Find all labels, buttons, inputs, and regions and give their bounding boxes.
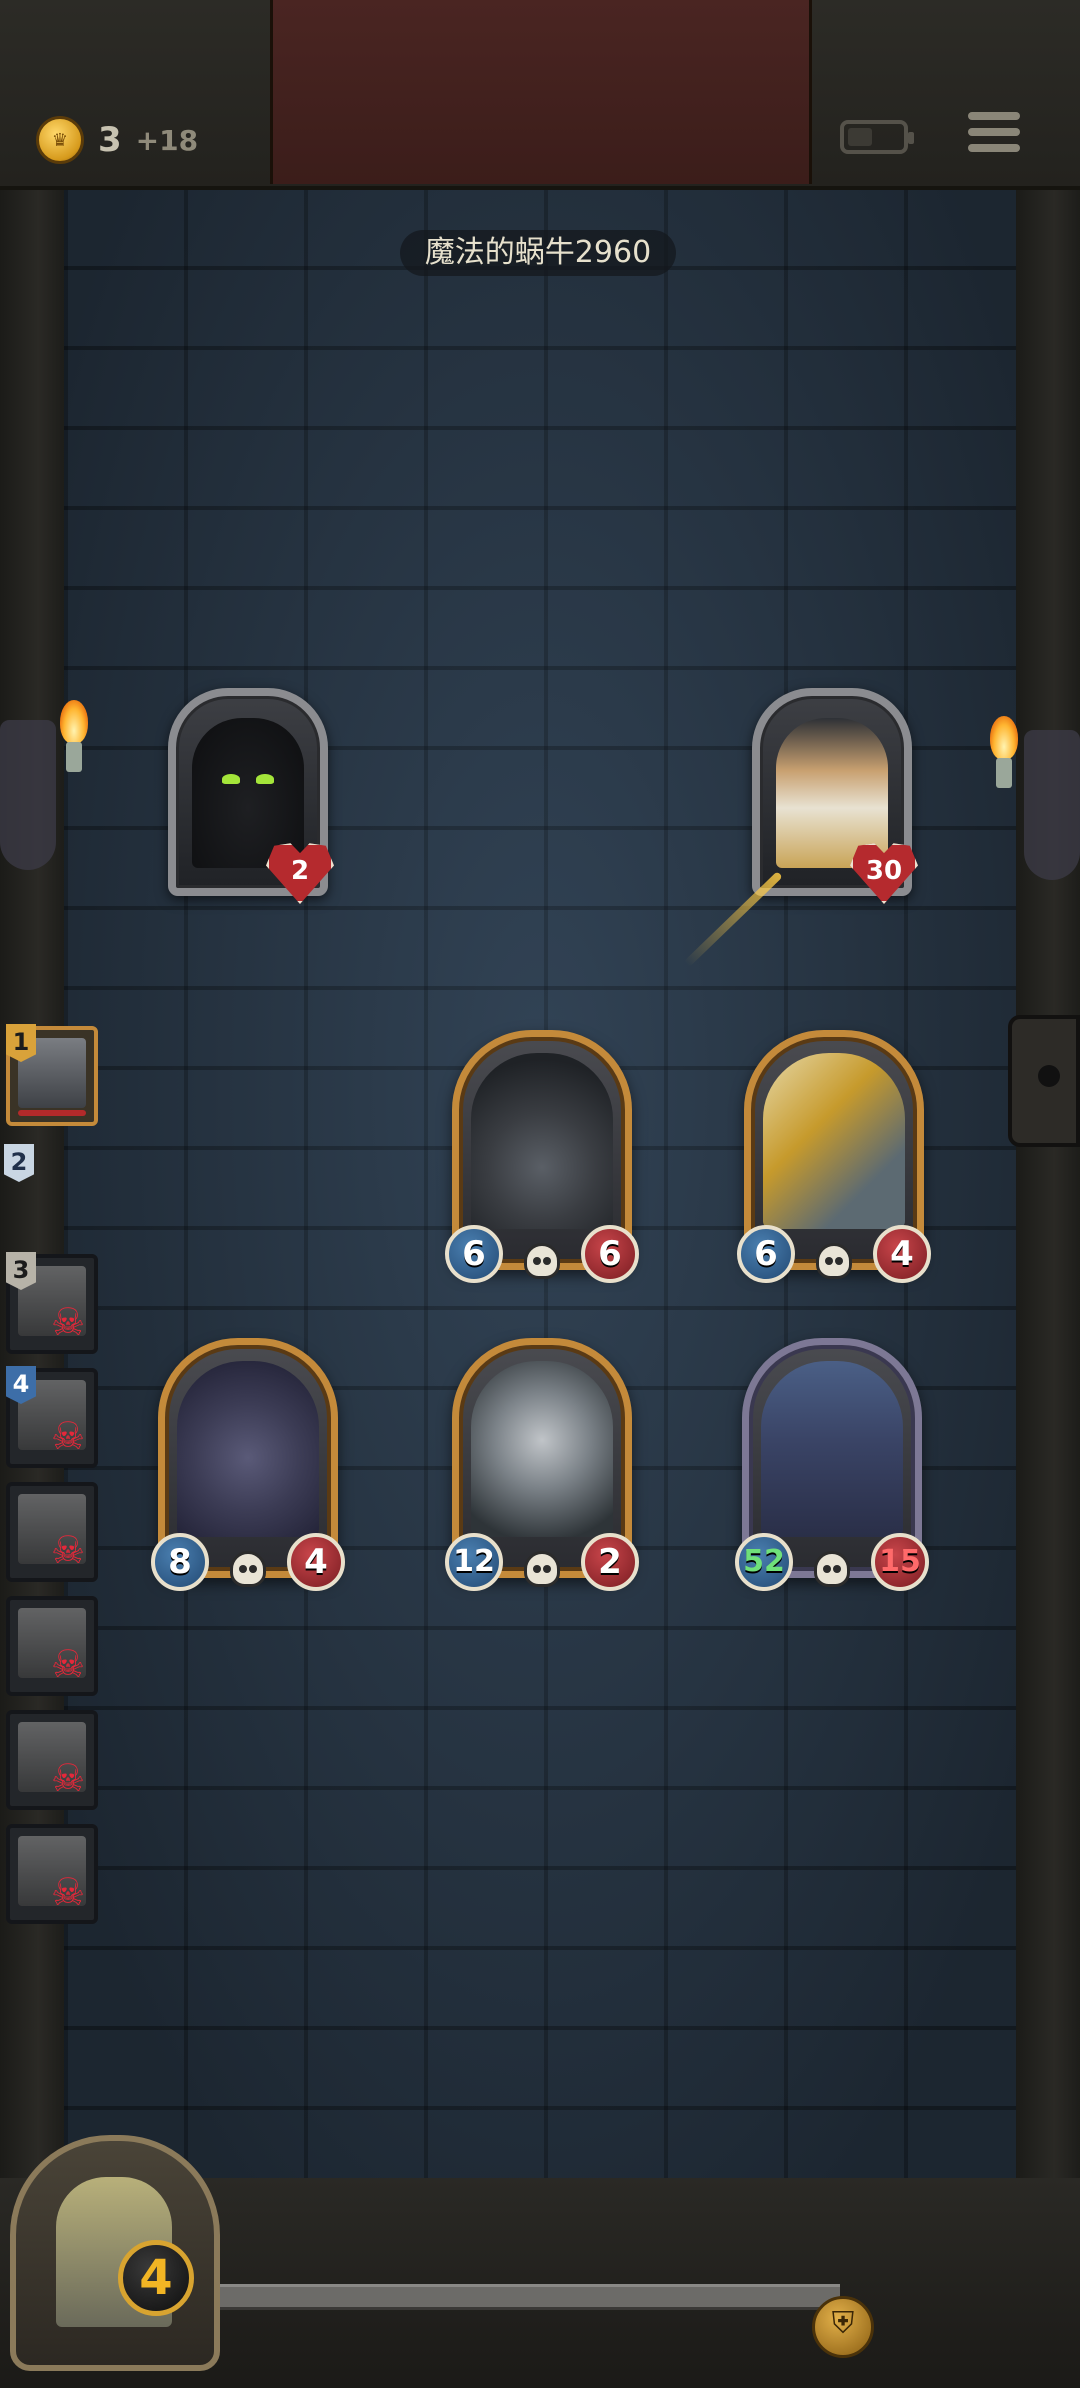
robot-icon [471,1361,613,1537]
minion-health: 15 [871,1533,929,1591]
opponent-name: 魔法的蜗牛2960 [400,230,676,276]
rank-badge: 4 [6,1366,36,1404]
player-slot[interactable]: ☠ 4 [6,1366,98,1468]
skull-icon [814,1551,850,1587]
tavern-tier: 4 [118,2240,194,2316]
gold-income: +18 [135,123,199,157]
top-curtain [270,0,812,184]
dead-skull-icon: ☠ [50,1642,86,1686]
dead-skull-icon: ☠ [50,1870,86,1914]
menu-button[interactable] [968,112,1020,160]
bomb-bot-icon [471,1053,613,1229]
dead-skull-icon: ☠ [50,1528,86,1572]
tavern-button[interactable] [10,2135,220,2371]
menu-line-icon [968,112,1020,120]
minion-health: 6 [581,1225,639,1283]
minion-card[interactable]: 6 4 [737,1030,931,1283]
player-slot[interactable]: ☠ [6,1482,98,1582]
left-frame [0,0,64,2388]
minion-health: 4 [873,1225,931,1283]
skull-icon [524,1551,560,1587]
player-slot[interactable]: ☠ [6,1596,98,1696]
right-sconce [1024,730,1080,880]
enemy-hero-portrait[interactable]: 2 [168,688,334,904]
player-health-bar [18,1110,86,1116]
gold-display: ♛ 3 +18 [36,116,198,164]
minion-card[interactable]: 12 2 [445,1338,639,1591]
left-torch-icon [54,700,94,772]
skull-icon [524,1243,560,1279]
player-slot[interactable]: ☠ [6,1710,98,1810]
left-sconce [0,720,56,870]
gold-count: 3 [98,120,122,160]
dead-skull-icon: ☠ [50,1300,86,1344]
dead-skull-icon: ☠ [50,1756,86,1800]
rank-badge: 3 [6,1252,36,1290]
minion-attack: 6 [445,1225,503,1283]
player-hero-portrait[interactable]: 30 [752,688,918,904]
helmet-icon[interactable]: ⛨ [812,2296,874,2358]
right-torch-icon [984,716,1024,788]
minion-health: 4 [287,1533,345,1591]
minion-attack: 6 [737,1225,795,1283]
minion-card[interactable]: 6 6 [445,1030,639,1283]
floor-rail [200,2284,840,2310]
purple-dragon-whelp-icon [177,1361,319,1537]
battery-level [848,128,872,146]
golden-dragon-icon [763,1053,905,1229]
gold-coin-icon: ♛ [36,116,84,164]
dead-skull-icon: ☠ [50,1414,86,1458]
minion-card[interactable]: 8 4 [151,1338,345,1591]
menu-line-icon [968,144,1020,152]
menu-line-icon [968,128,1020,136]
minion-attack: 8 [151,1533,209,1591]
door-handle [1008,1015,1080,1147]
player-slot[interactable]: ☠ [6,1824,98,1924]
right-frame [1016,0,1080,2388]
skull-icon [816,1243,852,1279]
minion-attack: 52 [735,1533,793,1591]
player-slot[interactable]: 1 [6,1024,98,1126]
skull-icon [230,1551,266,1587]
old-wizard-icon [761,1361,903,1537]
minion-health: 2 [581,1533,639,1591]
rank-badge: 1 [6,1024,36,1062]
glowing-eyes [222,774,274,788]
player-slot[interactable]: ☠ 3 [6,1252,98,1354]
minion-attack: 12 [445,1533,503,1591]
battery-icon [840,120,914,154]
minion-card-golden[interactable]: 52 15 [735,1338,929,1591]
rank-badge: 2 [4,1144,34,1182]
